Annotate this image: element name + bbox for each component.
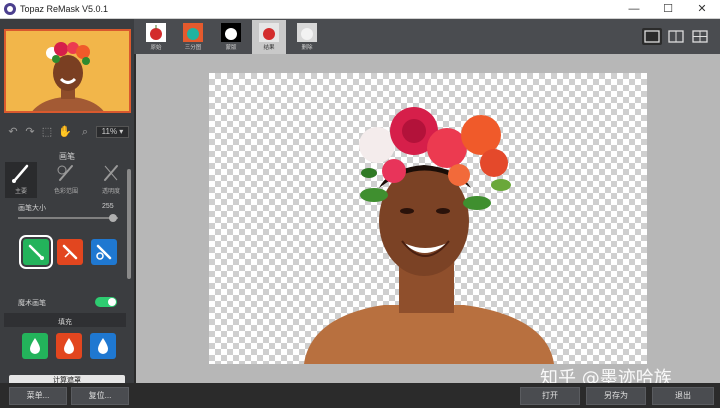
fill-compute-button[interactable] — [90, 333, 116, 359]
tab-original[interactable]: 原始 — [139, 20, 173, 54]
zoom-select[interactable]: 11% ▾ — [96, 126, 129, 138]
bottom-bar: 菜单... 复位... 打开 另存为 退出 — [0, 383, 720, 408]
left-panel: ↶ ↷ ⬚ ✋ ⌕ 11% ▾ 画笔 主要 色彩范围 透明度 画笔大小 255 … — [0, 19, 134, 383]
save-as-button[interactable]: 另存为 — [586, 387, 646, 405]
mode-primary[interactable]: 主要 — [5, 162, 37, 198]
fill-drop-cut-icon — [64, 338, 74, 354]
window-title: Topaz ReMask V5.0.1 — [20, 4, 109, 14]
single-view-icon — [644, 30, 660, 43]
delete-preview-icon — [297, 23, 317, 42]
tab-result-label: 结果 — [263, 45, 275, 51]
cut-brush-icon — [62, 244, 78, 260]
tab-result[interactable]: 结果 — [252, 20, 286, 54]
exit-button[interactable]: 退出 — [652, 387, 714, 405]
single-view-button[interactable] — [642, 28, 662, 45]
reset-button[interactable]: 复位... — [71, 387, 129, 405]
split-view-icon — [668, 30, 684, 43]
brush-size-value: 255 — [102, 203, 114, 210]
fill-section-title: 填充 — [58, 319, 72, 326]
quad-view-icon — [692, 30, 708, 43]
mode-color-range-label: 色彩范围 — [53, 189, 78, 195]
mode-transparency[interactable]: 透明度 — [95, 162, 127, 198]
tool-row: ↶ ↷ ⬚ ✋ ⌕ 11% ▾ — [0, 123, 134, 141]
thumbnail-image — [6, 31, 129, 111]
edge-aware-label: 魔术画笔 — [18, 300, 46, 307]
tab-mask-label: 蒙版 — [225, 45, 237, 51]
app-logo-icon — [4, 3, 16, 15]
mode-primary-label: 主要 — [14, 189, 27, 195]
brush-size-slider[interactable] — [18, 217, 118, 219]
marquee-select-icon[interactable]: ⬚ — [40, 125, 54, 139]
cutout-portrait — [304, 107, 554, 364]
brush-section-title: 画笔 — [59, 152, 75, 161]
color-brush-icon — [57, 165, 73, 181]
tab-delete[interactable]: 删除 — [290, 20, 324, 54]
brush-size-label: 画笔大小 — [18, 205, 46, 212]
apple-mask-icon — [221, 23, 241, 42]
hand-pan-icon[interactable]: ✋ — [58, 125, 72, 139]
zoom-value: 11% — [101, 127, 118, 136]
compute-brush-icon — [96, 244, 112, 260]
edge-aware-toggle[interactable] — [95, 297, 117, 307]
apple-original-icon — [146, 23, 166, 42]
maximize-button[interactable]: ☐ — [651, 0, 685, 19]
mode-color-range[interactable]: 色彩范围 — [50, 162, 82, 198]
compute-brush-button[interactable] — [91, 239, 117, 265]
cut-brush-button[interactable] — [57, 239, 83, 265]
mode-transparency-label: 透明度 — [101, 189, 120, 195]
left-panel-scrollbar[interactable] — [127, 169, 131, 279]
minimize-button[interactable]: — — [617, 0, 651, 19]
tab-trimap[interactable]: 三分图 — [176, 20, 210, 54]
quad-view-button[interactable] — [690, 28, 710, 45]
tab-mask[interactable]: 蒙版 — [214, 20, 248, 54]
split-view-button[interactable] — [666, 28, 686, 45]
fill-drop-compute-icon — [98, 338, 108, 354]
canvas-area[interactable] — [136, 54, 720, 383]
apple-trimap-icon — [183, 23, 203, 42]
open-button[interactable]: 打开 — [520, 387, 580, 405]
fill-cut-button[interactable] — [56, 333, 82, 359]
fill-drop-keep-icon — [30, 338, 40, 354]
preview-tab-bar: 原始 三分图 蒙版 结果 删除 — [134, 19, 720, 54]
keep-brush-icon — [28, 244, 44, 260]
transparency-brush-icon — [104, 165, 118, 181]
brush-icon — [12, 164, 29, 183]
tab-delete-label: 删除 — [301, 45, 313, 51]
tab-trimap-label: 三分图 — [184, 45, 202, 51]
zoom-magnifier-icon[interactable]: ⌕ — [78, 125, 92, 139]
apple-result-icon — [259, 23, 279, 42]
navigator-thumbnail[interactable] — [4, 29, 131, 113]
tab-original-label: 原始 — [150, 45, 162, 51]
undo-icon[interactable]: ↶ — [6, 125, 20, 139]
fill-keep-button[interactable] — [22, 333, 48, 359]
title-bar: Topaz ReMask V5.0.1 — ☐ ✕ — [0, 0, 720, 19]
redo-icon[interactable]: ↷ — [23, 125, 37, 139]
menu-button[interactable]: 菜单... — [9, 387, 67, 405]
transparent-canvas[interactable] — [209, 73, 647, 364]
keep-brush-button[interactable] — [19, 235, 53, 269]
compute-mask-button[interactable]: 计算遮罩 — [9, 375, 125, 383]
brush-size-slider-knob[interactable] — [109, 214, 117, 222]
close-button[interactable]: ✕ — [685, 0, 719, 19]
